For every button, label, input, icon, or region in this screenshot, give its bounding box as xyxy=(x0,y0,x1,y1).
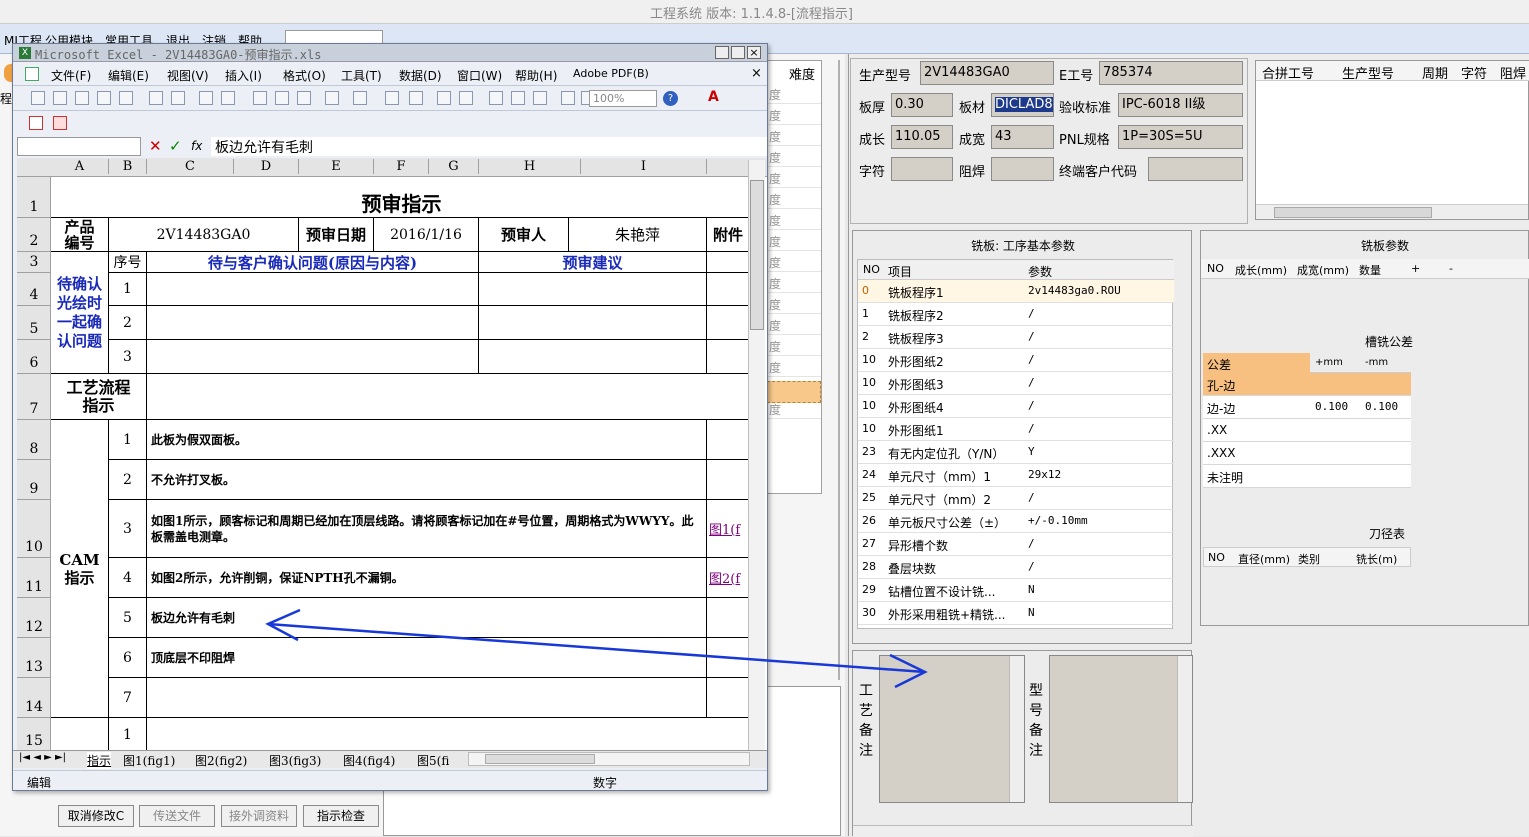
arrow-line xyxy=(267,622,926,674)
annotation-arrow xyxy=(265,608,928,689)
